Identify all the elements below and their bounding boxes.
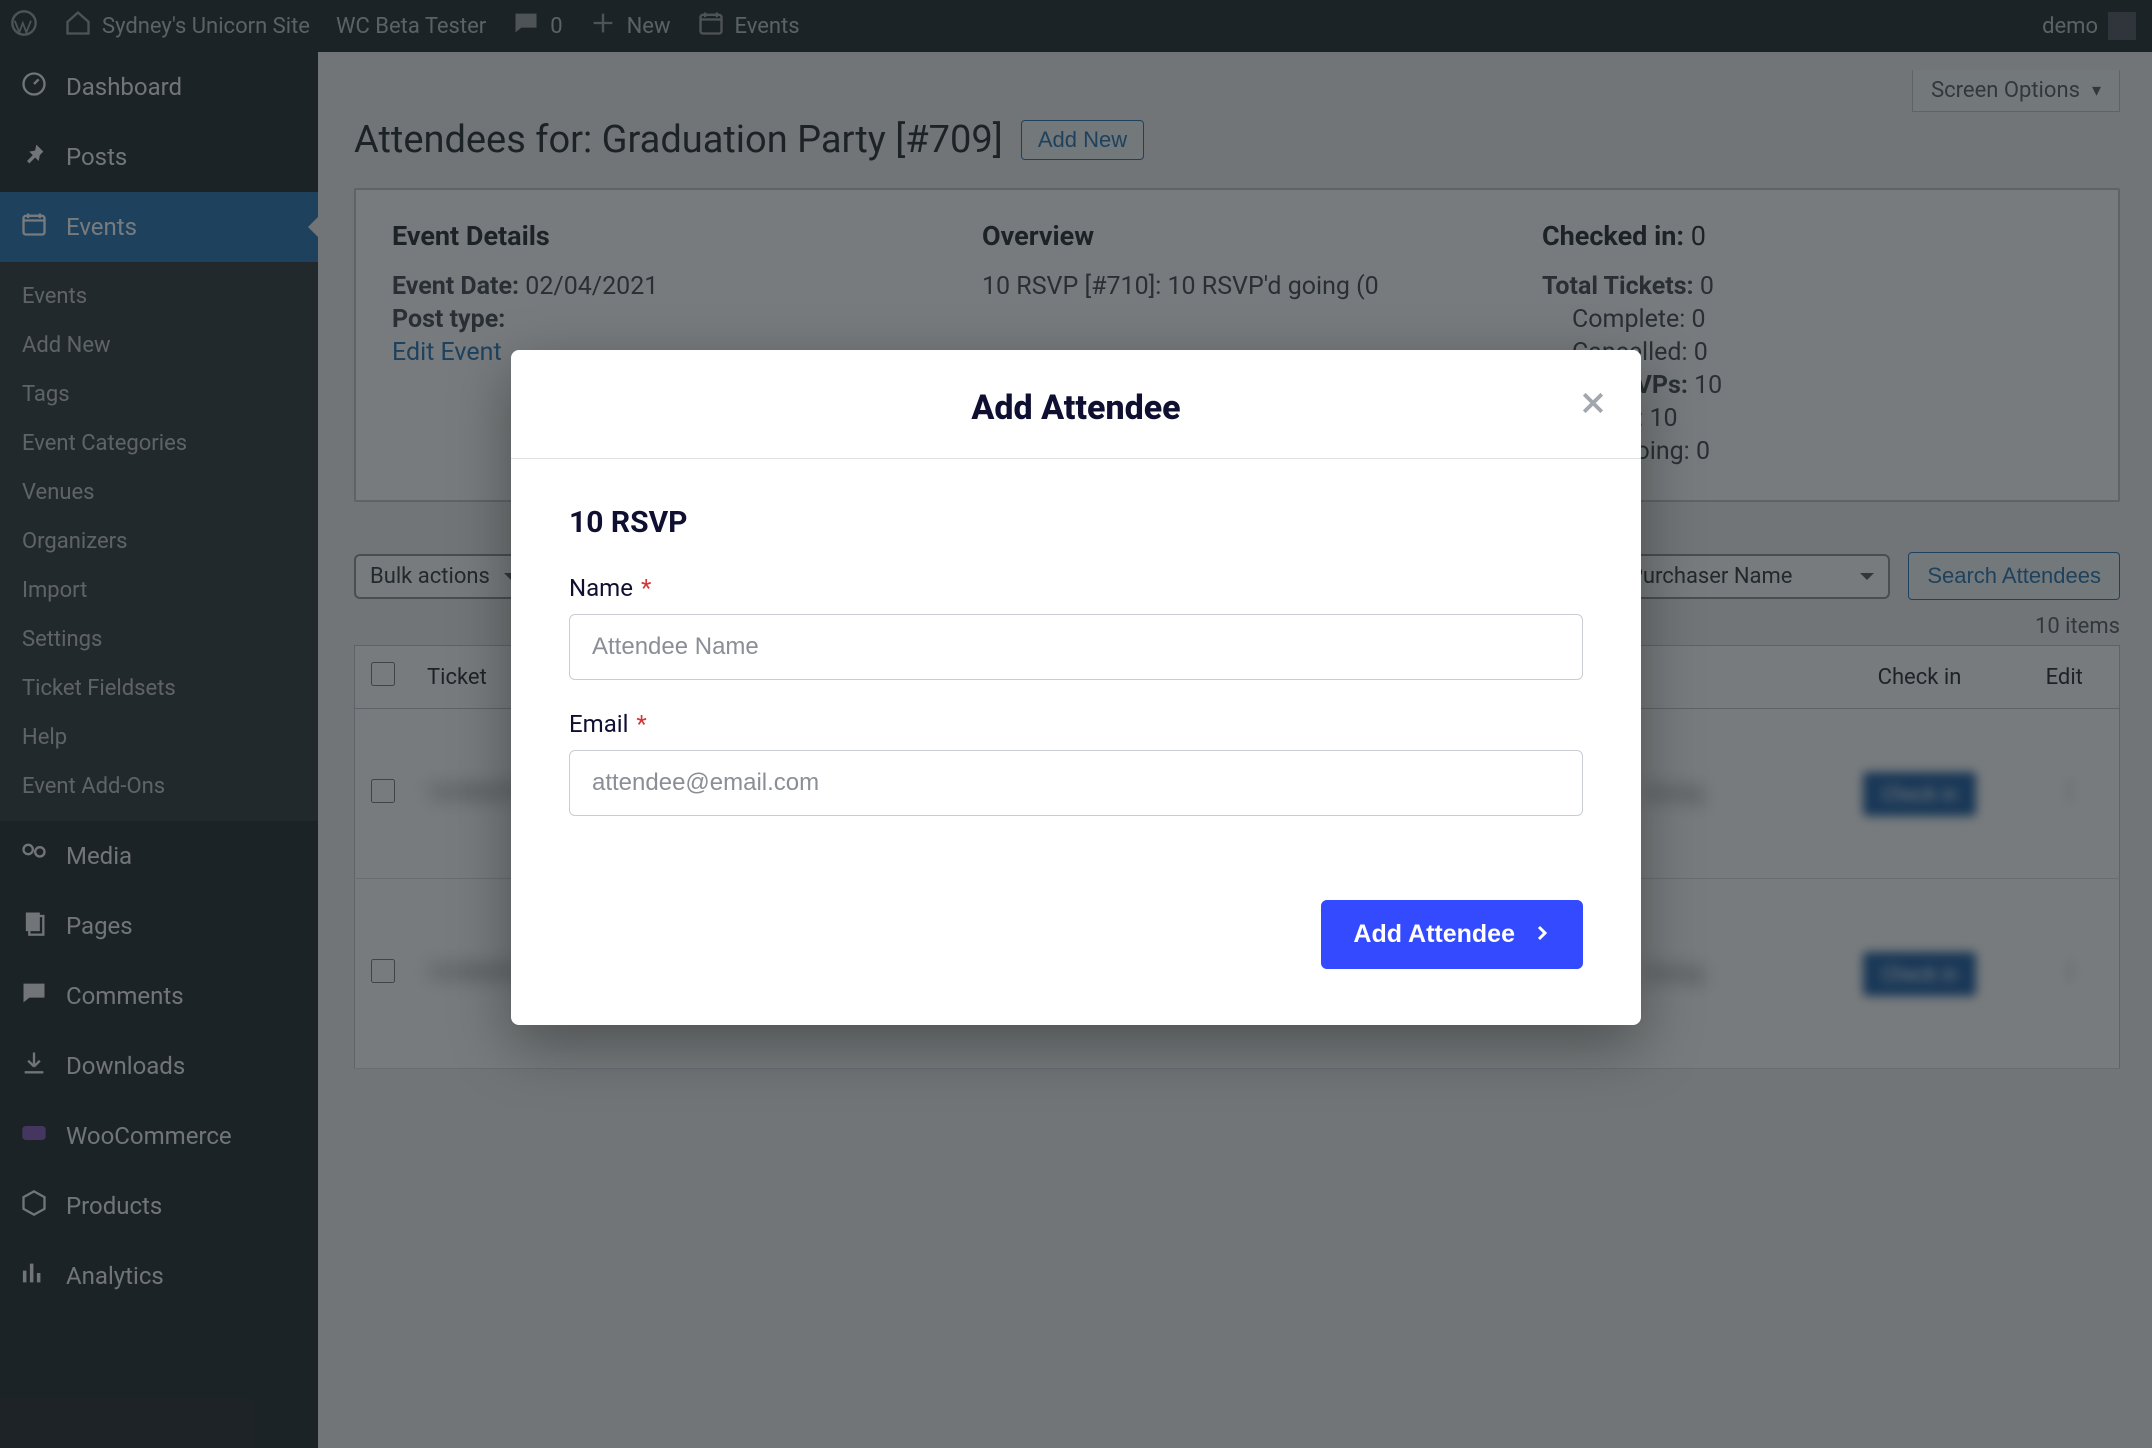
add-attendee-modal: Add Attendee 10 RSVP Name* Email* Add At… bbox=[511, 350, 1641, 1025]
add-attendee-submit-button[interactable]: Add Attendee bbox=[1321, 900, 1583, 969]
close-icon bbox=[1578, 406, 1608, 421]
modal-section-title: 10 RSVP bbox=[569, 505, 1583, 540]
attendee-name-input[interactable] bbox=[569, 614, 1583, 680]
name-label: Name* bbox=[569, 574, 1583, 602]
attendee-email-input[interactable] bbox=[569, 750, 1583, 816]
modal-title: Add Attendee bbox=[541, 388, 1611, 428]
email-label: Email* bbox=[569, 710, 1583, 738]
modal-close-button[interactable] bbox=[1575, 386, 1611, 422]
chevron-right-icon bbox=[1533, 920, 1551, 949]
